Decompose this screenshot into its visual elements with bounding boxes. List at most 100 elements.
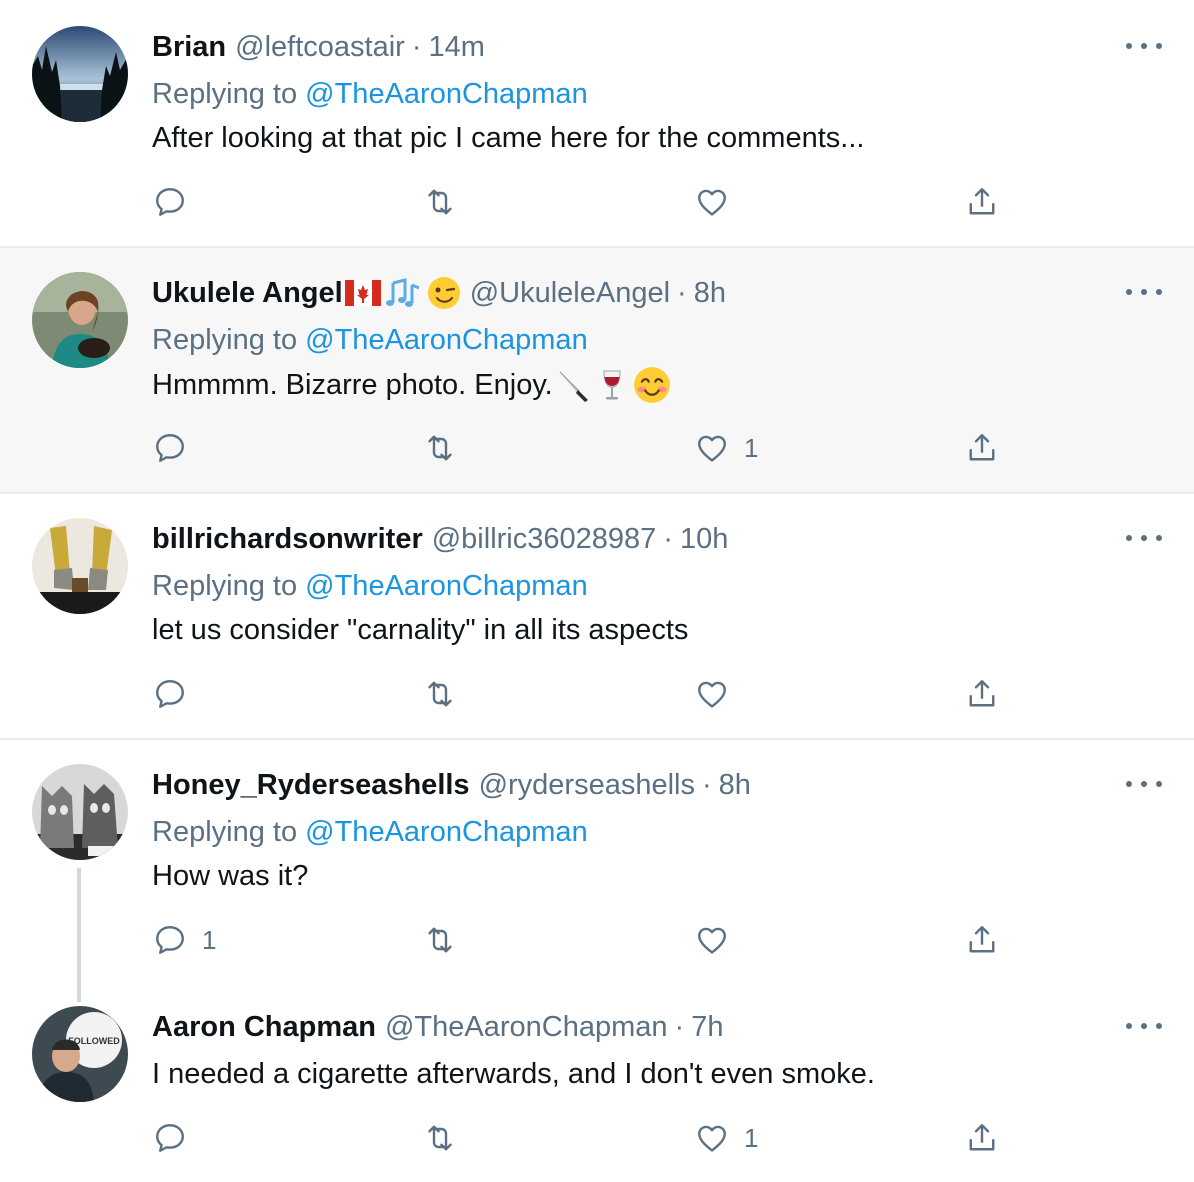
kitchen-knife-emoji bbox=[559, 371, 588, 402]
reply-button[interactable] bbox=[152, 182, 202, 222]
like-button[interactable]: 1 bbox=[694, 1118, 758, 1158]
like-icon bbox=[698, 1125, 726, 1152]
tweet-honey-ryderseashells[interactable]: Honey_Ryderseashells @ryderseashells · 8… bbox=[0, 740, 1194, 990]
tweet-text: let us consider "carnality" in all its a… bbox=[152, 614, 689, 646]
timestamp[interactable]: 14m bbox=[428, 31, 484, 64]
more-icon bbox=[1126, 43, 1132, 49]
more-options-button[interactable] bbox=[1126, 531, 1162, 545]
replying-to: Replying to @TheAaronChapman bbox=[152, 570, 588, 603]
retweet-button[interactable] bbox=[422, 1118, 472, 1158]
replying-label: Replying to bbox=[152, 816, 298, 848]
user-handle[interactable]: @UkuleleAngel bbox=[470, 277, 670, 310]
share-icon bbox=[969, 926, 995, 953]
retweet-button[interactable] bbox=[422, 920, 472, 960]
display-name[interactable]: Aaron Chapman bbox=[152, 1011, 376, 1044]
more-options-button[interactable] bbox=[1126, 285, 1162, 299]
avatar-ukulele-angel[interactable] bbox=[32, 272, 128, 368]
display-name[interactable]: Honey_Ryderseashells bbox=[152, 769, 470, 802]
timestamp[interactable]: 8h bbox=[694, 277, 726, 310]
user-handle[interactable]: @ryderseashells bbox=[479, 769, 695, 802]
tweet-aaron-chapman[interactable]: FOLLOWED Aaron Chapman @TheAaronChapman … bbox=[0, 990, 1194, 1182]
timestamp[interactable]: 10h bbox=[680, 523, 728, 556]
separator-dot: · bbox=[701, 768, 712, 801]
mention-link[interactable]: @TheAaronChapman bbox=[305, 816, 588, 848]
mention-link[interactable]: @TheAaronChapman bbox=[305, 78, 588, 110]
tweet-ukulele-angel[interactable]: Ukulele Angel @UkuleleAngel · 8h Replyin… bbox=[0, 248, 1194, 492]
share-button[interactable] bbox=[964, 920, 1000, 960]
display-name[interactable]: Brian bbox=[152, 31, 226, 64]
tweet-billrichardsonwriter[interactable]: billrichardsonwriter @billric36028987 · … bbox=[0, 494, 1194, 738]
like-count: 1 bbox=[744, 1122, 759, 1153]
like-icon bbox=[698, 681, 726, 708]
like-icon bbox=[698, 435, 726, 462]
retweet-button[interactable] bbox=[422, 428, 472, 468]
reply-icon bbox=[156, 680, 184, 708]
avatar-honey-ryderseashells-image bbox=[32, 764, 128, 860]
tweet-text: After looking at that pic I came here fo… bbox=[152, 122, 865, 154]
avatar-billrichardsonwriter[interactable] bbox=[32, 518, 128, 614]
replying-label: Replying to bbox=[152, 324, 298, 356]
separator-dot: · bbox=[411, 30, 422, 63]
timestamp[interactable]: 7h bbox=[691, 1011, 723, 1044]
user-handle[interactable]: @leftcoastair bbox=[235, 31, 405, 64]
timestamp[interactable]: 8h bbox=[719, 769, 751, 802]
like-button[interactable]: 1 bbox=[694, 428, 758, 468]
tweet-text: I needed a cigarette afterwards, and I d… bbox=[152, 1058, 875, 1090]
share-button[interactable] bbox=[964, 182, 1000, 222]
more-icon bbox=[1126, 781, 1132, 787]
reply-button[interactable] bbox=[152, 674, 202, 714]
avatar-billrichardsonwriter-image bbox=[32, 518, 128, 614]
thread-connector-line bbox=[77, 990, 81, 1002]
replying-label: Replying to bbox=[152, 570, 298, 602]
share-icon bbox=[969, 434, 995, 461]
reply-button[interactable]: 1 bbox=[152, 920, 216, 960]
tweet-header: Aaron Chapman @TheAaronChapman · 7h bbox=[152, 1010, 723, 1044]
tweet-header: billrichardsonwriter @billric36028987 · … bbox=[152, 522, 728, 556]
more-options-button[interactable] bbox=[1126, 777, 1162, 791]
reply-icon bbox=[156, 1124, 184, 1152]
like-button[interactable] bbox=[694, 182, 744, 222]
tweet-brian[interactable]: Brian @leftcoastair · 14m Replying to @T… bbox=[0, 0, 1194, 246]
reply-icon bbox=[156, 926, 184, 954]
avatar-honey-ryderseashells[interactable] bbox=[32, 764, 128, 860]
avatar-ukulele-angel-image bbox=[32, 272, 128, 368]
more-options-button[interactable] bbox=[1126, 39, 1162, 53]
user-handle[interactable]: @TheAaronChapman bbox=[385, 1011, 668, 1044]
reply-icon bbox=[156, 188, 184, 216]
share-button[interactable] bbox=[964, 428, 1000, 468]
share-icon bbox=[969, 1124, 995, 1151]
avatar-aaron-chapman-image: FOLLOWED bbox=[32, 1006, 128, 1102]
tweet-text-row: Hmmmm. Bizarre photo. Enjoy. bbox=[152, 366, 671, 404]
avatar-aaron-chapman[interactable]: FOLLOWED bbox=[32, 1006, 128, 1102]
share-button[interactable] bbox=[964, 1118, 1000, 1158]
retweet-icon bbox=[428, 927, 452, 953]
separator-dot: · bbox=[677, 276, 687, 309]
more-icon bbox=[1126, 535, 1132, 541]
tweet-header: Honey_Ryderseashells @ryderseashells · 8… bbox=[152, 768, 751, 802]
replying-to: Replying to @TheAaronChapman bbox=[152, 324, 588, 357]
like-button[interactable] bbox=[694, 920, 744, 960]
retweet-button[interactable] bbox=[422, 674, 472, 714]
tweet-text: How was it? bbox=[152, 860, 309, 892]
share-button[interactable] bbox=[964, 674, 1000, 714]
display-name[interactable]: billrichardsonwriter bbox=[152, 523, 423, 556]
retweet-icon bbox=[428, 681, 452, 707]
display-name[interactable]: Ukulele Angel bbox=[152, 277, 343, 310]
share-icon bbox=[969, 680, 995, 707]
like-button[interactable] bbox=[694, 674, 744, 714]
retweet-button[interactable] bbox=[422, 182, 472, 222]
reply-feed: Brian @leftcoastair · 14m Replying to @T… bbox=[0, 0, 1194, 1182]
more-options-button[interactable] bbox=[1126, 1019, 1162, 1033]
replying-label: Replying to bbox=[152, 78, 298, 110]
tweet-header: Brian @leftcoastair · 14m bbox=[152, 30, 485, 64]
avatar-brian[interactable] bbox=[32, 26, 128, 122]
user-handle[interactable]: @billric36028987 bbox=[432, 523, 657, 556]
separator-dot: · bbox=[663, 522, 673, 555]
mention-link[interactable]: @TheAaronChapman bbox=[305, 324, 588, 356]
avatar-brian-image bbox=[32, 26, 128, 122]
replying-to: Replying to @TheAaronChapman bbox=[152, 816, 588, 849]
reply-button[interactable] bbox=[152, 428, 202, 468]
tweet-header: Ukulele Angel @UkuleleAngel · 8h bbox=[152, 276, 726, 310]
mention-link[interactable]: @TheAaronChapman bbox=[305, 570, 588, 602]
reply-button[interactable] bbox=[152, 1118, 202, 1158]
